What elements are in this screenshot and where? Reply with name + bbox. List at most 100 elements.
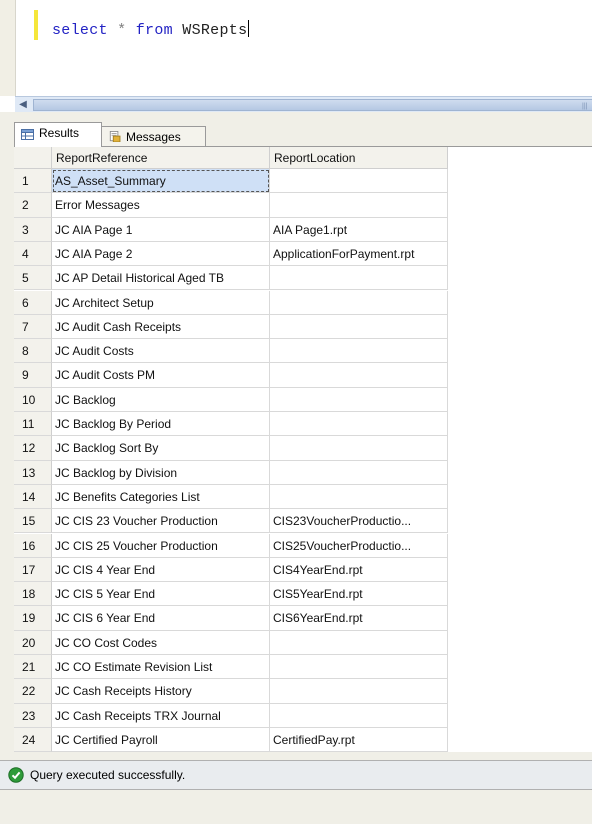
table-row[interactable]: 1 AS_Asset_Summary bbox=[14, 169, 448, 194]
row-number[interactable]: 22 bbox=[14, 679, 52, 704]
cell-report-reference[interactable]: JC CIS 6 Year End bbox=[52, 606, 270, 631]
row-number[interactable]: 14 bbox=[14, 484, 52, 510]
table-row[interactable]: 14 JC Benefits Categories List bbox=[14, 484, 448, 510]
cell-report-location[interactable] bbox=[270, 314, 448, 340]
cell-report-reference[interactable]: JC CO Cost Codes bbox=[52, 630, 270, 655]
scrollbar-thumb[interactable]: ||| bbox=[33, 99, 592, 111]
cell-report-reference[interactable]: JC Backlog Sort By bbox=[52, 436, 270, 461]
cell-report-location[interactable]: CIS5YearEnd.rpt bbox=[270, 582, 448, 607]
cell-report-location[interactable] bbox=[270, 679, 448, 704]
cell-report-reference[interactable]: JC Certified Payroll bbox=[52, 727, 270, 752]
cell-report-reference[interactable]: Error Messages bbox=[52, 193, 270, 218]
table-row[interactable]: 2 Error Messages bbox=[14, 193, 448, 218]
row-number[interactable]: 11 bbox=[14, 412, 52, 437]
table-row[interactable]: 8 JC Audit Costs bbox=[14, 339, 448, 364]
row-number[interactable]: 5 bbox=[14, 266, 52, 291]
column-header-reportlocation[interactable]: ReportLocation bbox=[270, 147, 448, 169]
cell-report-location[interactable] bbox=[270, 339, 448, 364]
cell-report-location[interactable] bbox=[270, 387, 448, 412]
table-row[interactable]: 10 JC Backlog bbox=[14, 387, 448, 412]
row-number[interactable]: 16 bbox=[14, 533, 52, 558]
cell-report-reference[interactable]: JC AIA Page 1 bbox=[52, 217, 270, 242]
cell-report-location[interactable]: ApplicationForPayment.rpt bbox=[270, 241, 448, 267]
table-row[interactable]: 16 JC CIS 25 Voucher Production CIS25Vouch… bbox=[14, 533, 448, 558]
table-row[interactable]: 20 JC CO Cost Codes bbox=[14, 630, 448, 655]
row-number[interactable]: 8 bbox=[14, 339, 52, 364]
cell-report-location[interactable] bbox=[270, 363, 448, 388]
row-number[interactable]: 7 bbox=[14, 314, 52, 340]
table-row[interactable]: 15 JC CIS 23 Voucher Production CIS23Vouch… bbox=[14, 509, 448, 534]
cell-report-location[interactable]: CIS25VoucherProductio... bbox=[270, 533, 448, 558]
table-row[interactable]: 13 JC Backlog by Division bbox=[14, 460, 448, 485]
cell-report-location[interactable]: CIS23VoucherProductio... bbox=[270, 509, 448, 534]
row-number[interactable]: 23 bbox=[14, 703, 52, 728]
table-row[interactable]: 4 JC AIA Page 2 ApplicationForPayment.rpt bbox=[14, 241, 448, 267]
table-row[interactable]: 5 JC AP Detail Historical Aged TB bbox=[14, 266, 448, 291]
cell-report-reference[interactable]: JC Backlog bbox=[52, 387, 270, 412]
row-number[interactable]: 17 bbox=[14, 557, 52, 583]
cell-report-location[interactable]: CIS4YearEnd.rpt bbox=[270, 557, 448, 583]
row-number[interactable]: 6 bbox=[14, 290, 52, 315]
cell-report-reference[interactable]: JC CIS 23 Voucher Production bbox=[52, 509, 270, 534]
scroll-left-arrow-icon[interactable]: ◀ bbox=[15, 97, 31, 112]
row-number[interactable]: 13 bbox=[14, 460, 52, 485]
cell-report-reference[interactable]: JC CIS 5 Year End bbox=[52, 582, 270, 607]
table-row[interactable]: 9 JC Audit Costs PM bbox=[14, 363, 448, 388]
cell-report-reference[interactable]: JC Cash Receipts TRX Journal bbox=[52, 703, 270, 728]
cell-report-location[interactable] bbox=[270, 703, 448, 728]
cell-report-reference[interactable]: JC Audit Costs PM bbox=[52, 363, 270, 388]
cell-report-reference[interactable]: JC Cash Receipts History bbox=[52, 679, 270, 704]
cell-report-location[interactable] bbox=[270, 266, 448, 291]
row-number[interactable]: 20 bbox=[14, 630, 52, 655]
cell-report-location[interactable]: CertifiedPay.rpt bbox=[270, 727, 448, 752]
cell-report-reference[interactable]: JC Benefits Categories List bbox=[52, 484, 270, 510]
cell-report-location[interactable]: CIS6YearEnd.rpt bbox=[270, 606, 448, 631]
row-number[interactable]: 9 bbox=[14, 363, 52, 388]
table-row[interactable]: 6 JC Architect Setup bbox=[14, 290, 448, 315]
table-row[interactable]: 3 JC AIA Page 1 AIA Page1.rpt bbox=[14, 217, 448, 242]
row-number-header[interactable] bbox=[14, 147, 52, 169]
table-row[interactable]: 17 JC CIS 4 Year End CIS4YearEnd.rpt bbox=[14, 557, 448, 583]
row-number[interactable]: 24 bbox=[14, 727, 52, 752]
row-number[interactable]: 19 bbox=[14, 606, 52, 631]
table-row[interactable]: 18 JC CIS 5 Year End CIS5YearEnd.rpt bbox=[14, 582, 448, 607]
row-number[interactable]: 12 bbox=[14, 436, 52, 461]
cell-report-location[interactable] bbox=[270, 412, 448, 437]
tab-results[interactable]: Results bbox=[14, 122, 102, 147]
table-row[interactable]: 7 JC Audit Cash Receipts bbox=[14, 314, 448, 340]
row-number[interactable]: 18 bbox=[14, 582, 52, 607]
cell-report-reference[interactable]: JC AIA Page 2 bbox=[52, 241, 270, 267]
row-number[interactable]: 15 bbox=[14, 509, 52, 534]
table-row[interactable]: 23 JC Cash Receipts TRX Journal bbox=[14, 703, 448, 728]
cell-report-location[interactable] bbox=[270, 193, 448, 218]
table-row[interactable]: 11 JC Backlog By Period bbox=[14, 412, 448, 437]
cell-report-reference[interactable]: JC Audit Cash Receipts bbox=[52, 314, 270, 340]
row-number[interactable]: 21 bbox=[14, 655, 52, 680]
table-row[interactable]: 19 JC CIS 6 Year End CIS6YearEnd.rpt bbox=[14, 606, 448, 631]
row-number[interactable]: 2 bbox=[14, 193, 52, 218]
cell-report-location[interactable] bbox=[270, 460, 448, 485]
cell-report-location[interactable] bbox=[270, 484, 448, 510]
row-number[interactable]: 10 bbox=[14, 387, 52, 412]
tab-messages[interactable]: Messages bbox=[102, 126, 206, 146]
cell-report-location[interactable] bbox=[270, 436, 448, 461]
row-number[interactable]: 1 bbox=[14, 169, 52, 194]
table-row[interactable]: 22 JC Cash Receipts History bbox=[14, 679, 448, 704]
table-row[interactable]: 24 JC Certified Payroll CertifiedPay.rpt bbox=[14, 727, 448, 752]
cell-report-reference[interactable]: JC CIS 25 Voucher Production bbox=[52, 533, 270, 558]
query-text[interactable]: select * from WSRepts bbox=[52, 20, 250, 39]
query-editor[interactable]: select * from WSRepts bbox=[0, 0, 592, 96]
cell-report-location[interactable] bbox=[270, 169, 448, 194]
horizontal-scrollbar[interactable]: ◀ ||| bbox=[15, 96, 592, 113]
cell-report-location[interactable] bbox=[270, 290, 448, 315]
results-grid[interactable]: ReportReference ReportLocation 1 AS_Asset… bbox=[14, 147, 592, 752]
cell-report-reference[interactable]: JC AP Detail Historical Aged TB bbox=[52, 266, 270, 291]
cell-report-location[interactable] bbox=[270, 630, 448, 655]
row-number[interactable]: 4 bbox=[14, 241, 52, 267]
cell-report-reference[interactable]: AS_Asset_Summary bbox=[52, 169, 270, 194]
cell-report-reference[interactable]: JC Audit Costs bbox=[52, 339, 270, 364]
table-row[interactable]: 21 JC CO Estimate Revision List bbox=[14, 655, 448, 680]
cell-report-reference[interactable]: JC Backlog By Period bbox=[52, 412, 270, 437]
cell-report-reference[interactable]: JC Backlog by Division bbox=[52, 460, 270, 485]
table-row[interactable]: 12 JC Backlog Sort By bbox=[14, 436, 448, 461]
